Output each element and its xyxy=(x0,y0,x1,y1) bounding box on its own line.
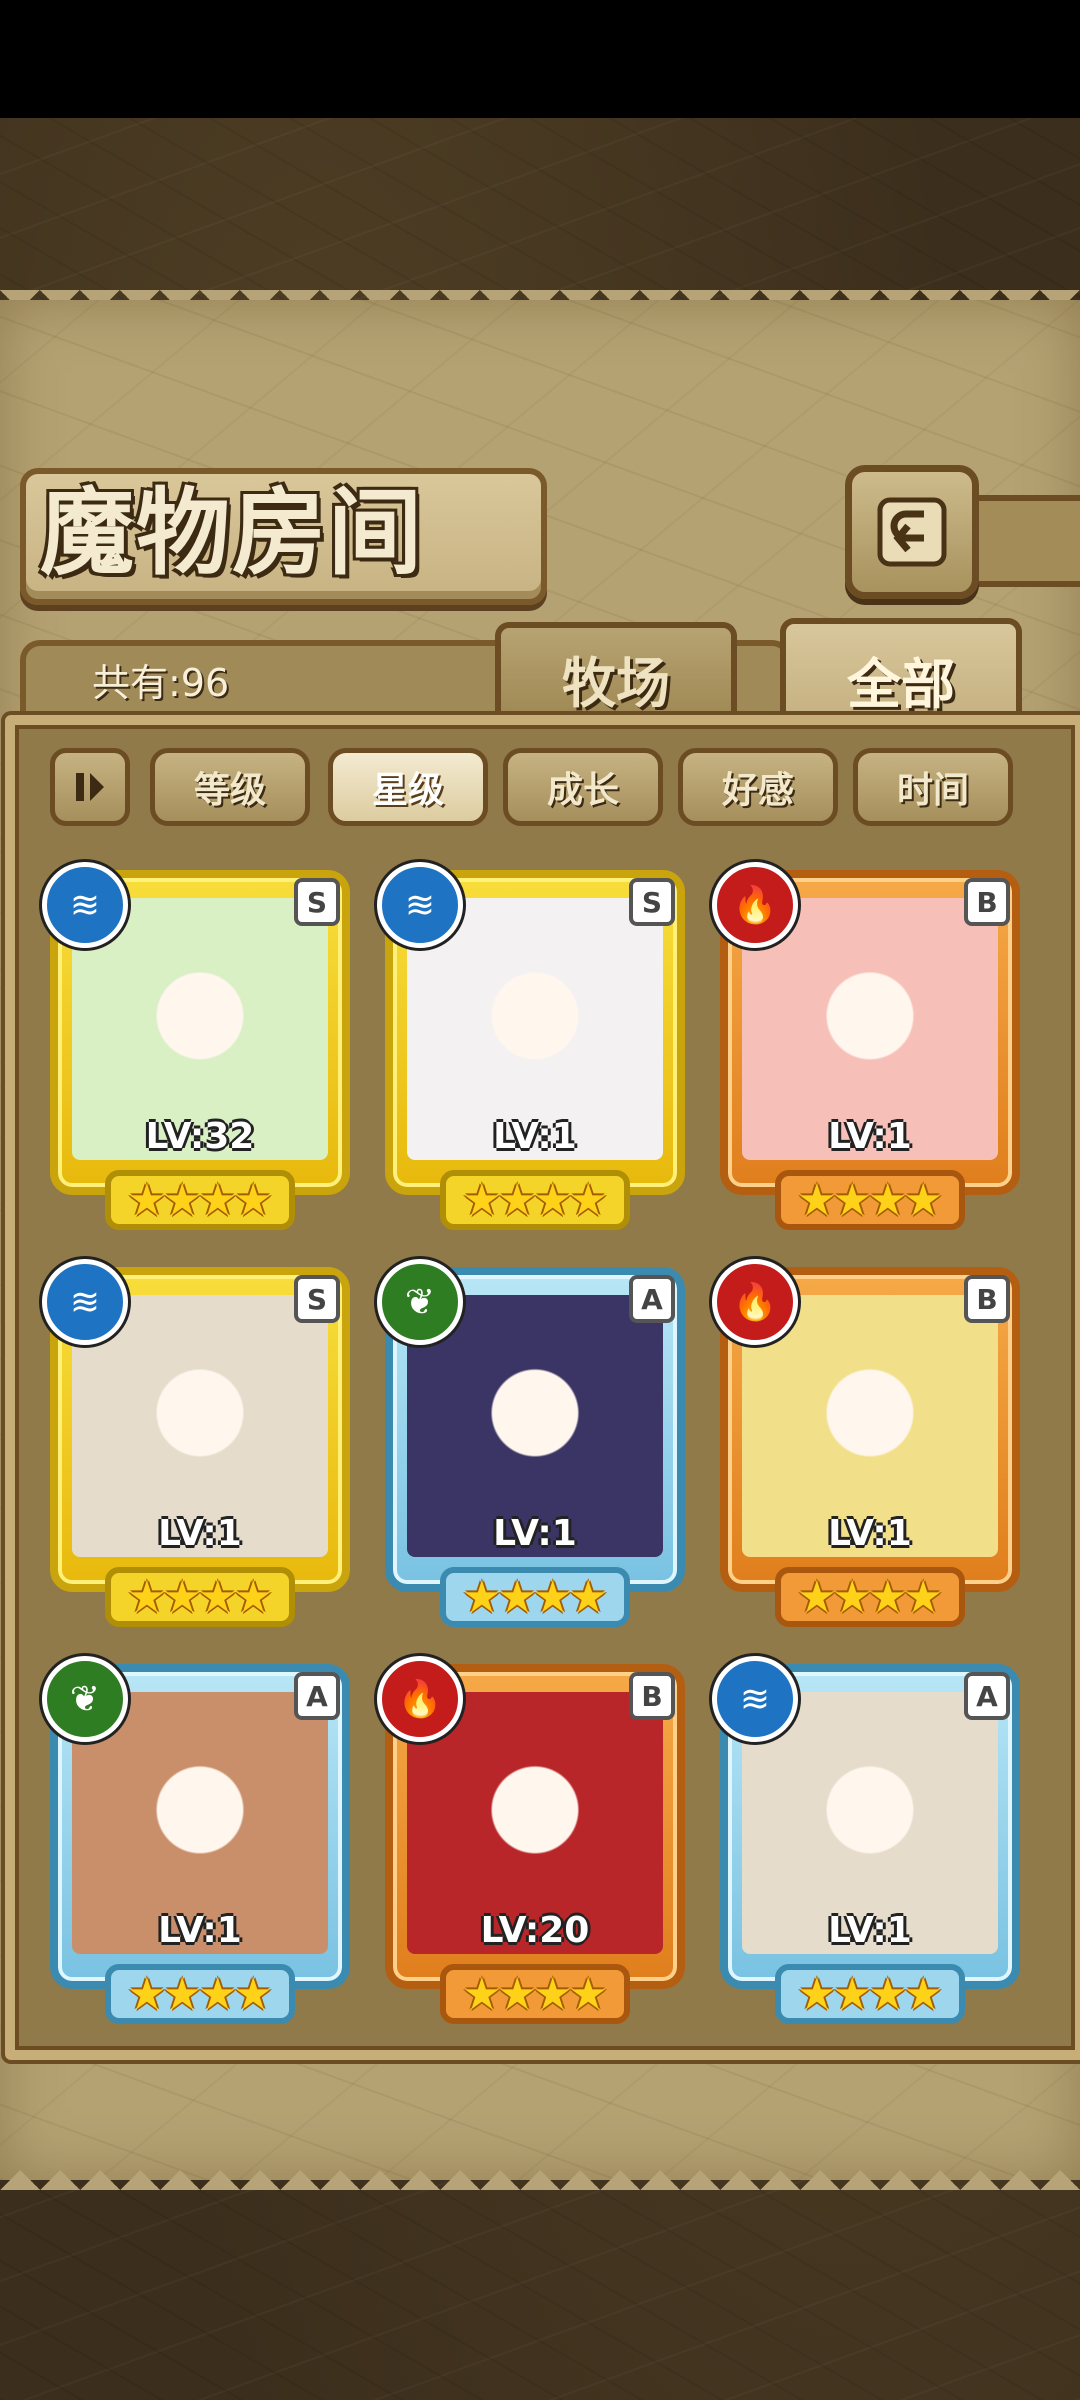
monster-count: 共有:96 xyxy=(92,661,230,705)
monster-level: LV:1 xyxy=(493,1116,577,1157)
sort-order-toggle[interactable] xyxy=(50,748,130,826)
star-icon: ★ xyxy=(162,1571,202,1623)
monster-level: LV:1 xyxy=(828,1910,912,1951)
star-icon: ★ xyxy=(797,1968,837,2020)
star-rating: ★ ★ ★ ★ xyxy=(440,1567,630,1627)
star-icon: ★ xyxy=(568,1571,608,1623)
sort-by-stars[interactable]: 星级 xyxy=(328,748,488,826)
monster-level: LV:1 xyxy=(158,1513,242,1554)
star-icon: ★ xyxy=(533,1571,573,1623)
star-icon: ★ xyxy=(462,1968,502,2020)
back-arrow-icon xyxy=(877,497,947,567)
water-element-icon: ≋ xyxy=(377,862,463,948)
water-element-icon: ≋ xyxy=(712,1656,798,1742)
star-icon: ★ xyxy=(462,1174,502,1226)
rank-badge: A xyxy=(294,1672,340,1720)
monster-level: LV:1 xyxy=(828,1116,912,1157)
fire-element-icon: 🔥 xyxy=(377,1656,463,1742)
rank-badge: B xyxy=(629,1672,675,1720)
monster-level: LV:1 xyxy=(158,1910,242,1951)
sort-by-level[interactable]: 等级 xyxy=(150,748,310,826)
monster-grid: S ≋ LV:32 ★ ★ ★ ★ S ≋ LV:1 ★ ★ ★ ★ B 🔥 LV:1 ★ ★ ★ ★ S ≋ LV:1 ★ ★ ★… xyxy=(28,835,1043,2025)
monster-card[interactable]: S ≋ LV:1 ★ ★ ★ ★ xyxy=(377,862,685,1235)
star-icon: ★ xyxy=(533,1174,573,1226)
star-icon: ★ xyxy=(832,1968,872,2020)
monster-card[interactable]: B 🔥 LV:20 ★ ★ ★ ★ xyxy=(377,1656,685,2025)
star-icon: ★ xyxy=(868,1968,908,2020)
monster-card[interactable]: B 🔥 LV:1 ★ ★ ★ ★ xyxy=(712,1259,1020,1632)
star-icon: ★ xyxy=(533,1968,573,2020)
star-icon: ★ xyxy=(868,1571,908,1623)
page-title: 魔物房间 xyxy=(40,478,425,588)
star-icon: ★ xyxy=(868,1174,908,1226)
monster-card[interactable]: A ≋ LV:1 ★ ★ ★ ★ xyxy=(712,1656,1020,2025)
star-icon: ★ xyxy=(797,1174,837,1226)
monster-level: LV:20 xyxy=(480,1910,590,1951)
monster-card[interactable]: S ≋ LV:1 ★ ★ ★ ★ xyxy=(42,1259,350,1632)
wood-element-icon: ❦ xyxy=(42,1656,128,1742)
star-rating: ★ ★ ★ ★ xyxy=(440,1964,630,2024)
rank-badge: S xyxy=(294,878,340,926)
star-icon: ★ xyxy=(832,1571,872,1623)
rank-badge: S xyxy=(629,878,675,926)
star-rating: ★ ★ ★ ★ xyxy=(440,1170,630,1230)
tab-pasture[interactable]: 牧场 xyxy=(495,622,737,728)
monster-card[interactable]: A ❦ LV:1 ★ ★ ★ ★ xyxy=(377,1259,685,1632)
star-icon: ★ xyxy=(568,1174,608,1226)
star-icon: ★ xyxy=(497,1174,537,1226)
monster-card[interactable]: A ❦ LV:1 ★ ★ ★ ★ xyxy=(42,1656,350,2025)
star-rating: ★ ★ ★ ★ xyxy=(775,1567,965,1627)
star-rating: ★ ★ ★ ★ xyxy=(775,1170,965,1230)
star-icon: ★ xyxy=(797,1571,837,1623)
rank-badge: B xyxy=(964,878,1010,926)
star-icon: ★ xyxy=(903,1571,943,1623)
sort-order-icon xyxy=(76,773,104,801)
rank-badge: A xyxy=(964,1672,1010,1720)
water-element-icon: ≋ xyxy=(42,862,128,948)
star-icon: ★ xyxy=(233,1174,273,1226)
star-icon: ★ xyxy=(903,1174,943,1226)
fire-element-icon: 🔥 xyxy=(712,862,798,948)
star-icon: ★ xyxy=(198,1571,238,1623)
star-rating: ★ ★ ★ ★ xyxy=(105,1567,295,1627)
sort-by-affection[interactable]: 好感 xyxy=(678,748,838,826)
star-icon: ★ xyxy=(497,1571,537,1623)
star-icon: ★ xyxy=(198,1968,238,2020)
star-icon: ★ xyxy=(568,1968,608,2020)
star-icon: ★ xyxy=(162,1968,202,2020)
star-rating: ★ ★ ★ ★ xyxy=(105,1170,295,1230)
monster-level: LV:1 xyxy=(828,1513,912,1554)
monster-level: LV:32 xyxy=(145,1116,255,1157)
star-icon: ★ xyxy=(832,1174,872,1226)
water-element-icon: ≋ xyxy=(42,1259,128,1345)
back-button[interactable] xyxy=(845,465,979,599)
monster-card[interactable]: S ≋ LV:32 ★ ★ ★ ★ xyxy=(42,862,350,1235)
star-icon: ★ xyxy=(127,1174,167,1226)
monster-card[interactable]: B 🔥 LV:1 ★ ★ ★ ★ xyxy=(712,862,1020,1235)
rank-badge: A xyxy=(629,1275,675,1323)
star-icon: ★ xyxy=(233,1968,273,2020)
rank-badge: S xyxy=(294,1275,340,1323)
star-icon: ★ xyxy=(127,1571,167,1623)
star-icon: ★ xyxy=(903,1968,943,2020)
star-icon: ★ xyxy=(127,1968,167,2020)
fire-element-icon: 🔥 xyxy=(712,1259,798,1345)
sort-by-growth[interactable]: 成长 xyxy=(503,748,663,826)
star-rating: ★ ★ ★ ★ xyxy=(105,1964,295,2024)
monster-level: LV:1 xyxy=(493,1513,577,1554)
sort-by-time[interactable]: 时间 xyxy=(853,748,1013,826)
star-icon: ★ xyxy=(462,1571,502,1623)
status-bar xyxy=(0,0,1080,118)
star-icon: ★ xyxy=(198,1174,238,1226)
zigzag-bottom-border xyxy=(0,2150,1080,2190)
wood-element-icon: ❦ xyxy=(377,1259,463,1345)
star-rating: ★ ★ ★ ★ xyxy=(775,1964,965,2024)
star-icon: ★ xyxy=(233,1571,273,1623)
star-icon: ★ xyxy=(497,1968,537,2020)
rank-badge: B xyxy=(964,1275,1010,1323)
star-icon: ★ xyxy=(162,1174,202,1226)
